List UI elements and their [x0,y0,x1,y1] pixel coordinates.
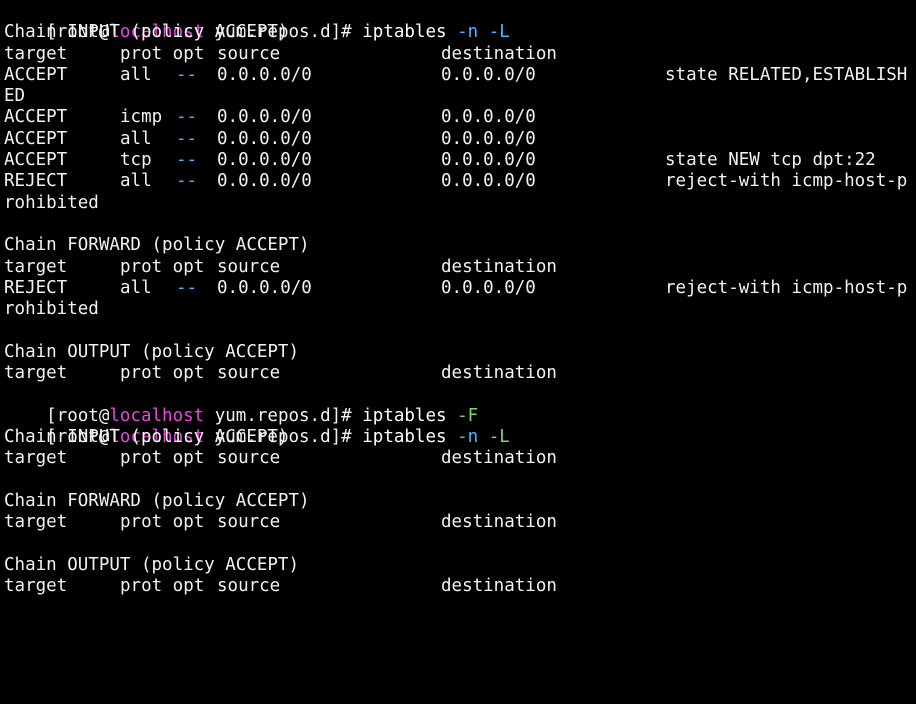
chain-title: Chain INPUT (policy ACCEPT) [4,426,289,447]
rule-source: 0.0.0.0/0 [217,171,312,192]
chain-title: Chain OUTPUT (policy ACCEPT) [4,554,300,575]
rule-destination: 0.0.0.0/0 [441,107,536,128]
rule-wrap-text: rohibited [4,192,99,213]
col-target: target [4,448,68,469]
prompt-line: [root@localhost yum.repos.d]# iptables -… [0,384,916,426]
rule-source: 0.0.0.0/0 [217,128,312,149]
chain-title: Chain INPUT (policy ACCEPT) [4,22,289,43]
rule-target: REJECT [4,171,68,192]
col-destination: destination [441,448,557,469]
rule-target: ACCEPT [4,128,68,149]
col-protopt: prot opt [120,256,205,277]
chain-header: Chain INPUT (policy ACCEPT) [0,427,916,448]
col-target: target [4,363,68,384]
rule-prot: all [120,171,152,192]
rule-target: ACCEPT [4,107,68,128]
rule-extra: state NEW tcp dpt:22 [665,150,876,171]
rule-row: ACCEPT all -- 0.0.0.0/0 0.0.0.0/0 [0,129,916,150]
chain-title: Chain FORWARD (policy ACCEPT) [4,490,310,511]
rule-destination: 0.0.0.0/0 [441,64,536,85]
col-source: source [217,448,281,469]
chain-header: Chain OUTPUT (policy ACCEPT) [0,555,916,576]
column-headers: target prot opt source destination [0,363,916,384]
rule-wrap-text: ED [4,86,26,107]
rule-target: ACCEPT [4,150,68,171]
rule-prot: all [120,128,152,149]
rule-extra: reject-with icmp-host-p [665,171,908,192]
rule-extra: reject-with icmp-host-p [665,277,908,298]
column-headers: target prot opt source destination [0,576,916,597]
column-headers: target prot opt source destination [0,448,916,469]
col-source: source [217,363,281,384]
chain-title: Chain FORWARD (policy ACCEPT) [4,235,310,256]
chain-header: Chain FORWARD (policy ACCEPT) [0,491,916,512]
chain-header: Chain OUTPUT (policy ACCEPT) [0,342,916,363]
rule-opt: -- [176,171,198,192]
chain-header: Chain INPUT (policy ACCEPT) [0,22,916,43]
rule-prot: all [120,277,152,298]
rule-wrap: rohibited [0,299,916,320]
rule-destination: 0.0.0.0/0 [441,150,536,171]
rule-wrap-text: rohibited [4,299,99,320]
column-headers: target prot opt source destination [0,512,916,533]
rule-wrap: rohibited [0,193,916,214]
rule-opt: -- [176,277,198,298]
rule-opt: -- [176,128,198,149]
rule-destination: 0.0.0.0/0 [441,277,536,298]
rule-row: ACCEPT tcp -- 0.0.0.0/0 0.0.0.0/0 state … [0,150,916,171]
column-headers: target prot opt source destination [0,257,916,278]
terminal-window[interactable]: [root@localhost yum.repos.d]# iptables -… [0,0,916,597]
rule-source: 0.0.0.0/0 [217,150,312,171]
rule-destination: 0.0.0.0/0 [441,171,536,192]
column-headers: target prot opt source destination [0,44,916,65]
col-source: source [217,512,281,533]
rule-row: REJECT all -- 0.0.0.0/0 0.0.0.0/0 reject… [0,171,916,192]
rule-row: ACCEPT icmp -- 0.0.0.0/0 0.0.0.0/0 [0,107,916,128]
col-protopt: prot opt [120,363,205,384]
rule-source: 0.0.0.0/0 [217,64,312,85]
col-source: source [217,43,281,64]
col-source: source [217,256,281,277]
rule-row: REJECT all -- 0.0.0.0/0 0.0.0.0/0 reject… [0,278,916,299]
col-destination: destination [441,256,557,277]
col-source: source [217,576,281,597]
rule-row: ACCEPT all -- 0.0.0.0/0 0.0.0.0/0 state … [0,65,916,86]
col-target: target [4,512,68,533]
rule-target: REJECT [4,277,68,298]
col-destination: destination [441,512,557,533]
col-destination: destination [441,363,557,384]
col-target: target [4,576,68,597]
rule-source: 0.0.0.0/0 [217,277,312,298]
rule-opt: -- [176,64,198,85]
rule-extra: state RELATED,ESTABLISH [665,64,908,85]
rule-destination: 0.0.0.0/0 [441,128,536,149]
rule-prot: all [120,64,152,85]
rule-prot: icmp [120,107,163,128]
col-protopt: prot opt [120,43,205,64]
prompt-line: [root@localhost yum.repos.d]# iptables -… [0,1,916,42]
rule-wrap: ED [0,86,916,107]
prompt-line: [root@localhost yum.repos.d]# iptables -… [0,406,916,447]
rule-target: ACCEPT [4,64,68,85]
col-target: target [4,256,68,277]
chain-header: Chain FORWARD (policy ACCEPT) [0,235,916,256]
rule-opt: -- [176,107,198,128]
col-protopt: prot opt [120,576,205,597]
col-protopt: prot opt [120,448,205,469]
rule-prot: tcp [120,150,152,171]
rule-opt: -- [176,150,198,171]
col-target: target [4,43,68,64]
chain-title: Chain OUTPUT (policy ACCEPT) [4,341,300,362]
col-destination: destination [441,576,557,597]
col-destination: destination [441,43,557,64]
rule-source: 0.0.0.0/0 [217,107,312,128]
col-protopt: prot opt [120,512,205,533]
